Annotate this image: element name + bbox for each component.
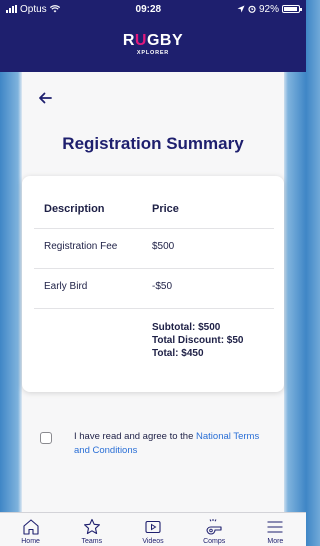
battery-percent: 92% xyxy=(258,3,279,15)
page-title: Registration Summary xyxy=(62,134,244,153)
status-left: Optus xyxy=(6,4,60,15)
tab-comps[interactable]: Comps xyxy=(189,517,239,545)
carrier-label: Optus xyxy=(20,3,47,15)
status-time: 09:28 xyxy=(135,3,162,15)
video-play-icon xyxy=(145,520,161,534)
table-row: Early Bird -$50 xyxy=(34,268,274,309)
column-header-description: Description xyxy=(34,190,142,229)
summary-card: Description Price Registration Fee $500 … xyxy=(22,176,284,392)
logo-subtitle: XPLORER xyxy=(136,50,170,57)
menu-icon xyxy=(267,521,283,533)
totals-row: Subtotal: $500 Total Discount: $50 Total… xyxy=(34,308,274,360)
row-description: Registration Fee xyxy=(34,228,142,269)
signal-icon xyxy=(6,5,17,13)
table-row: Registration Fee $500 xyxy=(34,228,274,269)
totals-spacer xyxy=(34,308,142,360)
totals-block: Subtotal: $500 Total Discount: $50 Total… xyxy=(142,308,274,360)
alarm-icon xyxy=(248,5,256,13)
tab-teams[interactable]: Teams xyxy=(67,517,117,545)
tab-label: Comps xyxy=(203,538,226,545)
bottom-tab-bar: Home Teams Videos Comps More xyxy=(0,512,306,546)
tab-label: More xyxy=(267,538,284,545)
summary-table: Description Price Registration Fee $500 … xyxy=(34,190,274,360)
tab-label: Home xyxy=(21,538,40,545)
tab-label: Videos xyxy=(142,538,164,545)
total-discount-text: Total Discount: $50 xyxy=(152,334,244,346)
subtotal-text: Subtotal: $500 xyxy=(152,321,221,333)
back-arrow-icon[interactable] xyxy=(38,92,52,108)
logo-wordmark: RUGBY xyxy=(122,32,184,50)
terms-checkbox[interactable] xyxy=(40,432,52,444)
terms-agreement: I have read and agree to the National Te… xyxy=(40,430,276,459)
total-text: Total: $450 xyxy=(152,347,204,359)
rugby-xplorer-logo: RUGBY XPLORER xyxy=(123,33,183,57)
whistle-icon xyxy=(206,519,222,535)
tab-home[interactable]: Home xyxy=(6,517,56,545)
battery-icon xyxy=(282,5,302,13)
table-header-row: Description Price xyxy=(34,190,274,229)
home-icon xyxy=(23,519,39,535)
row-price: -$50 xyxy=(142,268,274,309)
star-icon xyxy=(83,518,100,535)
row-description: Early Bird xyxy=(34,268,142,309)
content-panel: Registration Summary Description Price R… xyxy=(22,72,284,512)
row-price: $500 xyxy=(142,228,274,269)
wifi-icon xyxy=(49,5,60,13)
location-icon xyxy=(237,5,245,13)
column-header-price: Price xyxy=(142,190,274,229)
tab-videos[interactable]: Videos xyxy=(128,517,178,545)
status-right: 92% xyxy=(237,3,302,15)
tab-label: Teams xyxy=(81,538,103,545)
status-bar: Optus 09:28 92% xyxy=(0,0,306,18)
tab-more[interactable]: More xyxy=(250,517,300,545)
terms-label: I have read and agree to the xyxy=(74,431,197,442)
app-header: RUGBY XPLORER xyxy=(0,18,306,72)
terms-text: I have read and agree to the National Te… xyxy=(74,430,276,459)
